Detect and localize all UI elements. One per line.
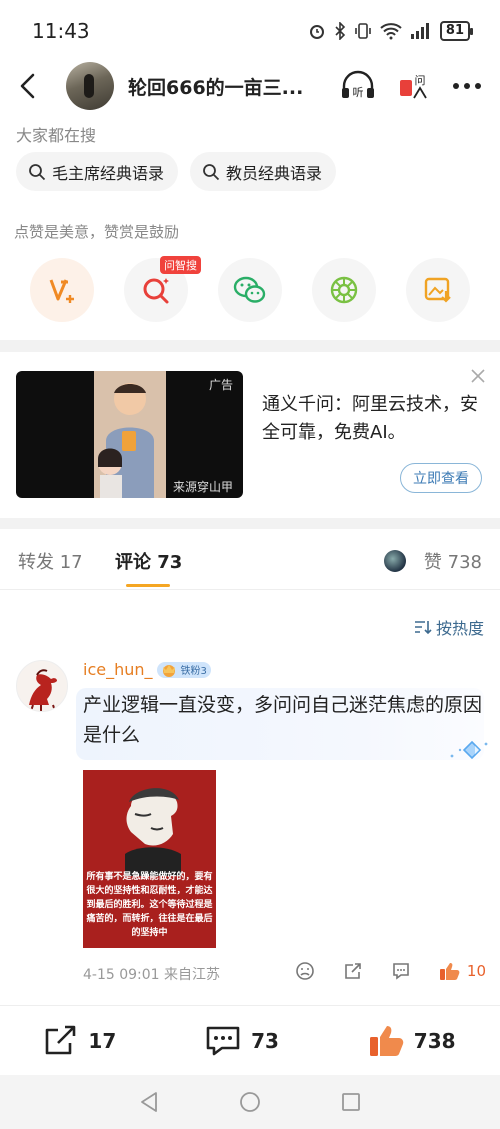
author-avatar[interactable] — [66, 62, 114, 110]
search-chip-label: 毛主席经典语录 — [52, 163, 165, 183]
comment-count: 73 — [251, 1028, 279, 1053]
ad-text[interactable]: 通义千问：阿里云技术，安全可靠，免费AI。 — [262, 391, 482, 447]
battery-indicator: 81 — [439, 21, 474, 41]
smart-search-icon — [143, 278, 169, 304]
smart-search-badge: 问智搜 — [160, 256, 201, 274]
share-reward-row: 问智搜 — [30, 256, 470, 322]
fan-badge-label: 铁粉3 — [180, 666, 207, 677]
comment-meta: 4-15 09:01 来自江苏 — [83, 967, 221, 983]
search-chip-label: 教员经典语录 — [226, 163, 323, 183]
bluetooth-icon — [335, 22, 346, 40]
reply-icon[interactable] — [391, 961, 411, 981]
header: 轮回666的一亩三... 听 问 — [0, 60, 500, 112]
commenter-avatar[interactable] — [16, 660, 68, 712]
ad-image[interactable]: 广告 来源穿山甲 — [16, 371, 243, 498]
like-button[interactable]: 738 — [368, 1024, 456, 1058]
fan-crown-icon — [162, 664, 175, 677]
comment-image[interactable]: 所有事不是急躁能做好的，要有很大的坚持性和忍耐性，才能达到最后的胜利。这个等待过… — [83, 770, 216, 948]
repost-button[interactable]: 17 — [44, 1025, 116, 1057]
ad-source: 来源穿山甲 — [172, 480, 233, 494]
tab-likes-label: 赞 738 — [423, 552, 482, 573]
wechat-icon — [233, 276, 266, 303]
save-image-button[interactable] — [406, 258, 470, 322]
status-bar: 11:43 81 — [0, 0, 500, 62]
vibrate-icon — [355, 23, 371, 39]
sort-icon — [414, 621, 432, 635]
tabs-divider — [0, 589, 500, 590]
ad-tag: 广告 — [208, 378, 233, 392]
ad-figure-graphic — [94, 371, 166, 498]
nav-back-icon[interactable] — [139, 1091, 159, 1113]
header-actions: 听 问 — [340, 70, 482, 102]
ad-close-button[interactable] — [470, 365, 486, 389]
bottom-action-bar: 17 73 738 — [0, 1005, 500, 1075]
interaction-tabs: 转发 17 评论 73 赞 738 — [0, 540, 500, 590]
portrait-graphic — [125, 788, 181, 876]
search-chips: 毛主席经典语录 教员经典语录 — [16, 152, 337, 191]
nav-home-icon[interactable] — [239, 1091, 261, 1113]
ask-icon[interactable]: 问 — [398, 70, 430, 102]
tab-comments[interactable]: 评论 73 — [115, 548, 182, 574]
tab-likes[interactable]: 赞 738 — [383, 548, 482, 574]
nav-recents-icon[interactable] — [341, 1092, 361, 1112]
moments-icon — [330, 276, 358, 304]
status-time: 11:43 — [32, 19, 90, 43]
reward-button[interactable] — [30, 258, 94, 322]
search-chip[interactable]: 毛主席经典语录 — [16, 152, 179, 191]
section-divider — [0, 340, 500, 352]
like-count: 738 — [413, 1028, 456, 1053]
active-tab-indicator — [126, 584, 170, 587]
like-icon — [369, 1025, 404, 1056]
svg-text:听: 听 — [353, 86, 364, 99]
commenter-info: ice_hun_ 铁粉3 — [83, 660, 211, 679]
comment-actions: 10 — [295, 961, 486, 981]
comment-like-count: 10 — [466, 962, 486, 980]
comment-like-button[interactable]: 10 — [439, 961, 486, 981]
svg-text:问: 问 — [415, 74, 426, 87]
search-suggestions-label: 大家都在搜 — [16, 126, 97, 145]
ad-cta-button[interactable]: 立即查看 — [400, 463, 482, 493]
smart-search-button[interactable]: 问智搜 — [124, 256, 201, 322]
section-divider — [0, 518, 500, 529]
thumbs-up-icon — [439, 963, 460, 980]
back-button[interactable] — [18, 71, 42, 101]
listen-icon[interactable]: 听 — [340, 70, 376, 102]
ad-card[interactable]: 广告 来源穿山甲 通义千问：阿里云技术，安全可靠，免费AI。 立即查看 — [16, 369, 486, 498]
page-title[interactable]: 轮回666的一亩三... — [128, 73, 308, 100]
commenter-name[interactable]: ice_hun_ — [83, 660, 153, 679]
image-download-icon — [424, 277, 451, 303]
fan-badge: 铁粉3 — [156, 661, 211, 678]
comment-image-caption: 所有事不是急躁能做好的，要有很大的坚持性和忍耐性，才能达到最后的胜利。这个等待过… — [86, 872, 213, 938]
sort-button[interactable]: 按热度 — [414, 615, 484, 639]
emoji-reaction-icon[interactable] — [295, 961, 315, 981]
comment-text: 产业逻辑一直没变，多问问自己迷茫焦虑的原因是什么 — [83, 694, 483, 746]
search-icon — [29, 163, 46, 180]
alarm-icon — [309, 25, 324, 39]
search-icon — [203, 163, 220, 180]
wifi-icon — [380, 23, 402, 40]
horse-avatar-graphic — [29, 669, 57, 711]
comment-icon — [206, 1026, 240, 1055]
ad-photo — [94, 371, 166, 498]
more-icon[interactable] — [452, 82, 482, 90]
repost-count: 17 — [88, 1028, 117, 1053]
reward-v-icon — [49, 279, 74, 303]
system-nav-bar — [0, 1075, 500, 1129]
tab-reposts[interactable]: 转发 17 — [18, 548, 83, 574]
search-chip[interactable]: 教员经典语录 — [190, 152, 337, 191]
share-wechat-button[interactable] — [218, 258, 282, 322]
sort-label: 按热度 — [435, 619, 484, 638]
liker-avatar — [383, 550, 406, 572]
comment-button[interactable]: 73 — [205, 1025, 279, 1057]
back-arrow-icon — [20, 73, 35, 99]
repost-icon — [46, 1025, 76, 1054]
reward-label: 点赞是美意，赞赏是鼓励 — [14, 223, 180, 241]
close-icon — [471, 369, 485, 383]
signal-icon — [410, 23, 429, 39]
status-icons: 81 — [308, 21, 474, 41]
repost-comment-icon[interactable] — [343, 961, 363, 981]
share-moments-button[interactable] — [312, 258, 376, 322]
